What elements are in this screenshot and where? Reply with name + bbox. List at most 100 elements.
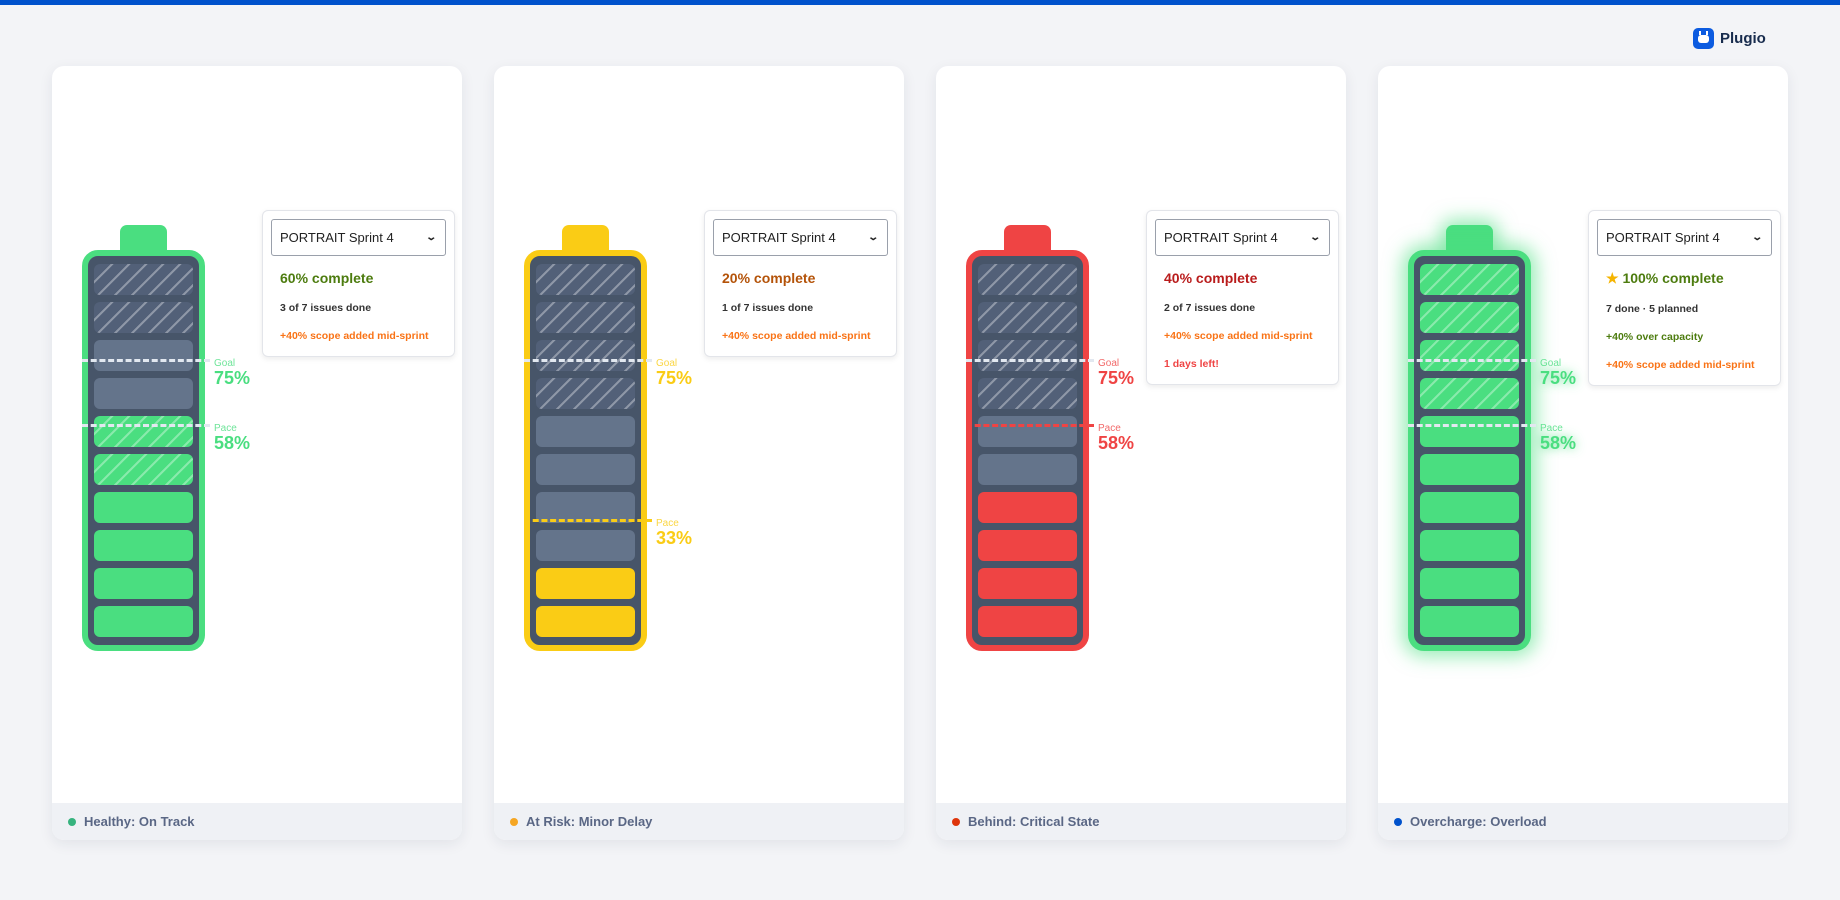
battery-segment-planned: [536, 264, 635, 295]
battery-body: [1408, 250, 1531, 651]
star-icon: ★: [1606, 270, 1619, 286]
completion-text: 60% complete: [280, 270, 374, 286]
sprint-select[interactable]: PORTRAIT Sprint 4 ⌄: [1597, 219, 1772, 256]
sprint-select[interactable]: PORTRAIT Sprint 4 ⌄: [713, 219, 888, 256]
battery-segment-fill: [94, 492, 193, 523]
sprint-select-value: PORTRAIT Sprint 4: [280, 230, 394, 245]
pace-line: [966, 423, 1094, 427]
battery-body: [966, 250, 1089, 651]
status-label: At Risk: Minor Delay: [526, 814, 653, 829]
pace-value: 33%: [656, 527, 693, 548]
popup-detail-line: +40% over capacity: [1606, 331, 1704, 343]
top-accent-bar: [0, 0, 1840, 5]
battery-card: Goal 75% Pace 33% PORTRAIT Sprint 4 ⌄ 20…: [494, 66, 904, 840]
status-footer: Overcharge: Overload: [1378, 803, 1788, 840]
popup-detail-line: 1 of 7 issues done: [722, 302, 814, 314]
pace-value: 58%: [214, 432, 251, 453]
battery-segment-fill: [94, 530, 193, 561]
battery-segment-hatch: [1420, 302, 1519, 333]
sprint-select-value: PORTRAIT Sprint 4: [1606, 230, 1720, 245]
completion-text: 20% complete: [722, 270, 816, 286]
battery-segment-fill: [978, 492, 1077, 523]
plug-icon: [1693, 28, 1714, 49]
battery-cap: [120, 225, 167, 252]
popup-detail-line: 2 of 7 issues done: [1164, 302, 1256, 314]
battery-card: Goal 75% Pace 58% PORTRAIT Sprint 4 ⌄ 40…: [936, 66, 1346, 840]
battery-segment-empty: [536, 530, 635, 561]
goal-value: 75%: [1540, 368, 1577, 388]
completion-title: 20% complete: [722, 270, 888, 286]
battery-segment-fill: [536, 606, 635, 637]
battery-segment-planned: [536, 302, 635, 333]
battery-segment-hatch: [1420, 340, 1519, 371]
sprint-select[interactable]: PORTRAIT Sprint 4 ⌄: [271, 219, 446, 256]
sprint-select[interactable]: PORTRAIT Sprint 4 ⌄: [1155, 219, 1330, 256]
popup-detail-line: +40% scope added mid-sprint: [280, 330, 429, 342]
battery-segment-fill: [94, 606, 193, 637]
pace-line: [1408, 423, 1536, 427]
goal-line: [524, 359, 652, 362]
sprint-popup: PORTRAIT Sprint 4 ⌄ 60% complete 3 of 7 …: [262, 210, 455, 357]
status-label: Behind: Critical State: [968, 814, 1100, 829]
popup-detail-line: +40% scope added mid-sprint: [722, 330, 871, 342]
battery-segment-planned: [978, 264, 1077, 295]
status-footer: At Risk: Minor Delay: [494, 803, 904, 840]
sprint-popup: PORTRAIT Sprint 4 ⌄ ★ 100% complete 7 do…: [1588, 210, 1781, 386]
battery-card: Goal 75% Pace 58% PORTRAIT Sprint 4 ⌄ ★ …: [1378, 66, 1788, 840]
battery-segment-planned: [978, 340, 1077, 371]
battery-segment-planned: [94, 302, 193, 333]
brand-logo: Plugio: [1693, 28, 1766, 49]
status-footer: Behind: Critical State: [936, 803, 1346, 840]
status-dot-icon: [68, 817, 76, 826]
battery-segment-fill: [536, 568, 635, 599]
battery-segment-planned: [536, 340, 635, 371]
battery-segment-planned: [978, 378, 1077, 409]
popup-detail-line: 1 days left!: [1164, 358, 1219, 370]
battery-card: Goal 75% Pace 58% PORTRAIT Sprint 4 ⌄ 60…: [52, 66, 462, 840]
completion-title: 40% complete: [1164, 270, 1330, 286]
completion-title: ★ 100% complete: [1606, 270, 1772, 287]
pace-line: [524, 518, 652, 522]
completion-title: 60% complete: [280, 270, 446, 286]
completion-text: 100% complete: [1622, 270, 1724, 286]
goal-value: 75%: [656, 368, 693, 388]
battery-cap: [1446, 225, 1493, 252]
battery-segment-fill: [978, 606, 1077, 637]
status-dot-icon: [952, 817, 960, 826]
battery-gauge: Goal 75% Pace 33%: [524, 225, 692, 651]
battery-body: [524, 250, 647, 651]
battery-segment-fill: [94, 568, 193, 599]
battery-gauge: Goal 75% Pace 58%: [1408, 225, 1576, 651]
popup-detail-line: 3 of 7 issues done: [280, 302, 372, 314]
goal-line: [966, 359, 1094, 362]
battery-segment-planned: [536, 378, 635, 409]
brand-name: Plugio: [1720, 30, 1766, 47]
pace-value: 58%: [1098, 432, 1135, 453]
goal-value: 75%: [214, 368, 251, 388]
status-dot-icon: [1394, 817, 1402, 826]
goal-line: [1408, 359, 1536, 362]
battery-segment-empty: [978, 416, 1077, 447]
battery-cap: [562, 225, 609, 252]
status-label: Healthy: On Track: [84, 814, 195, 829]
battery-segment-fill: [1420, 492, 1519, 523]
battery-segment-empty: [94, 378, 193, 409]
popup-detail-line: +40% scope added mid-sprint: [1164, 330, 1313, 342]
goal-line: [82, 359, 210, 362]
chevron-down-icon: ⌄: [424, 232, 437, 243]
battery-segment-fill: [978, 530, 1077, 561]
pace-line: [82, 423, 210, 427]
battery-segment-fill: [1420, 530, 1519, 561]
battery-segment-planned: [978, 302, 1077, 333]
sprint-select-value: PORTRAIT Sprint 4: [722, 230, 836, 245]
battery-segment-empty: [94, 340, 193, 371]
status-footer: Healthy: On Track: [52, 803, 462, 840]
battery-segment-empty: [978, 454, 1077, 485]
status-label: Overcharge: Overload: [1410, 814, 1547, 829]
chevron-down-icon: ⌄: [1308, 232, 1321, 243]
completion-text: 40% complete: [1164, 270, 1258, 286]
popup-detail-line: 7 done · 5 planned: [1606, 303, 1699, 315]
battery-gauge: Goal 75% Pace 58%: [82, 225, 250, 651]
pace-value: 58%: [1540, 432, 1577, 453]
battery-segment-fill: [1420, 568, 1519, 599]
